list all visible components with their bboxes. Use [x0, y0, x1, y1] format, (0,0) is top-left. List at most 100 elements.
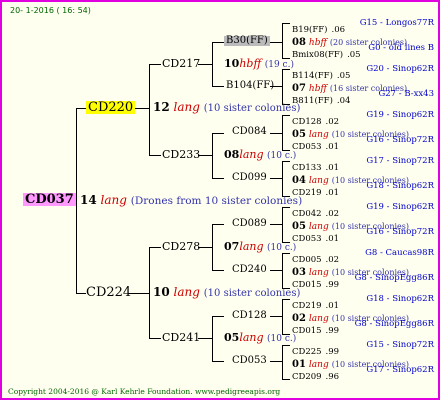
connector [282, 345, 290, 346]
gen5-queen-name: CD015 [292, 280, 322, 290]
gen3-num: 05 [224, 331, 240, 344]
gen4-queen-name[interactable]: B30(FF) [224, 36, 270, 46]
gen3-queen-name[interactable]: CD217 [162, 58, 200, 69]
connector [212, 270, 224, 271]
connector [212, 316, 224, 317]
connector [212, 224, 213, 271]
gen3-mark: lang [239, 331, 264, 344]
connector [149, 247, 161, 248]
gen5-drone-queen-row[interactable]: B811(FF) .04 [292, 90, 350, 106]
gen5-drone-queen-row[interactable]: CD053.01 [292, 136, 339, 152]
connector [76, 108, 86, 109]
gen5-drone-queen-row[interactable]: CD015.99 [292, 274, 339, 290]
connector [282, 253, 290, 254]
gen5-source: G16 - Sinop72R [366, 135, 434, 145]
gen5-source: G19 - Sinop62R [366, 202, 434, 212]
gen4-queen-name[interactable]: CD240 [232, 265, 267, 275]
gen5-queen-name: CD053 [292, 234, 322, 244]
gen5-source: G8 - Caucas98R [365, 248, 434, 258]
gen5-drone-queen-row[interactable]: Bmix08(FF) .05 [292, 44, 361, 60]
gen3-mark: lang [239, 148, 264, 161]
gen3-drone-info: 10hbff (19 c.) [224, 58, 294, 70]
gen5-drone-queen-row[interactable]: CD015.99 [292, 320, 339, 336]
connector [212, 42, 213, 87]
connector [282, 299, 283, 335]
gen5-source: G20 - Sinop62R [366, 64, 434, 74]
copyright-footer: Copyright 2004-2016 @ Karl Kehrle Founda… [8, 387, 281, 396]
gen5-source: G17 - Sinop62R [366, 365, 434, 375]
dam-drone-info: 10 lang (10 sister colonies) [153, 286, 300, 299]
gen5-queen-name: CD053 [292, 142, 322, 152]
connector [198, 155, 213, 156]
gen5-year: .04 [336, 96, 351, 106]
gen5-year: .99 [325, 326, 340, 336]
connector [212, 316, 213, 362]
gen4-queen-name[interactable]: CD099 [232, 173, 267, 183]
root-queen-name[interactable]: CD037 [23, 193, 76, 206]
connector [76, 293, 86, 294]
gen5-source: G27 - B-xx43 [378, 89, 434, 99]
date-stamp: 20- 1-2016 ( 16: 54) [10, 6, 91, 15]
gen5-drone-queen-row[interactable]: CD219.01 [292, 182, 339, 198]
connector [282, 207, 283, 243]
connector [282, 23, 290, 24]
gen5-drone-queen-row[interactable]: CD053.01 [292, 228, 339, 244]
sire-desc: (10 sister colonies) [203, 103, 301, 114]
connector [149, 155, 161, 156]
connector [212, 224, 224, 225]
gen3-drone-info: 05lang (10 c.) [224, 332, 296, 344]
gen5-source: G8 - SinopEgg86R [354, 273, 434, 283]
gen5-source: G19 - Sinop62R [366, 110, 434, 120]
connector [212, 86, 224, 87]
gen5-year: .99 [325, 280, 340, 290]
gen3-drone-info: 08lang (10 c.) [224, 149, 296, 161]
connector [282, 23, 283, 59]
gen4-queen-name[interactable]: CD128 [232, 311, 267, 321]
connector [282, 69, 283, 105]
connector [282, 299, 290, 300]
gen4-queen-name[interactable]: CD084 [232, 127, 267, 137]
connector [282, 379, 290, 380]
root-num: 14 [80, 193, 97, 207]
gen4-queen-name[interactable]: B104(FF) [226, 81, 274, 91]
gen5-source: G18 - Sinop62R [366, 181, 434, 191]
gen3-queen-name[interactable]: CD233 [162, 149, 200, 160]
gen5-source: G15 - Longos77R [359, 18, 434, 28]
dam-lang: lang [173, 285, 200, 299]
sire-queen-name[interactable]: CD220 [86, 101, 136, 114]
gen3-drone-info: 07lang (10 c.) [224, 241, 296, 253]
connector [212, 133, 224, 134]
gen3-queen-name[interactable]: CD278 [162, 241, 200, 252]
connector [282, 345, 283, 380]
connector [212, 42, 224, 43]
gen3-num: 08 [224, 148, 240, 161]
connector [149, 64, 150, 156]
gen5-source: G18 - Sinop62R [366, 294, 434, 304]
gen5-year: .05 [347, 50, 361, 60]
connector [282, 161, 290, 162]
connector [282, 253, 283, 289]
gen5-queen-name: CD219 [292, 188, 322, 198]
pedigree-frame: 20- 1-2016 ( 16: 54) Copyright 2004-2016… [0, 0, 440, 400]
gen5-source: G8 - SinopEgg86R [354, 319, 434, 329]
gen4-queen-name[interactable]: CD089 [232, 219, 267, 229]
gen5-source: G16 - Sinop72R [366, 227, 434, 237]
connector [198, 247, 213, 248]
gen5-drone-queen-row[interactable]: CD209.96 [292, 366, 339, 382]
gen5-source: G15 - Sinop72R [366, 340, 434, 350]
sire-num: 12 [153, 100, 170, 114]
connector [149, 247, 150, 339]
gen4-queen-name[interactable]: CD053 [232, 356, 267, 366]
root-desc: (Drones from 10 sister colonies) [130, 195, 303, 207]
dam-queen-name[interactable]: CD224 [86, 286, 131, 299]
gen5-source: G17 - Sinop72R [366, 156, 434, 166]
gen3-desc: (19 c.) [264, 60, 294, 70]
root-lang: lang [100, 193, 127, 207]
dam-num: 10 [153, 285, 170, 299]
gen3-mark: lang [239, 240, 264, 253]
gen3-queen-name[interactable]: CD241 [162, 332, 200, 343]
gen5-year: .01 [325, 188, 340, 198]
connector [282, 115, 283, 151]
connector [282, 161, 283, 197]
gen5-queen-name: CD209 [292, 372, 322, 382]
